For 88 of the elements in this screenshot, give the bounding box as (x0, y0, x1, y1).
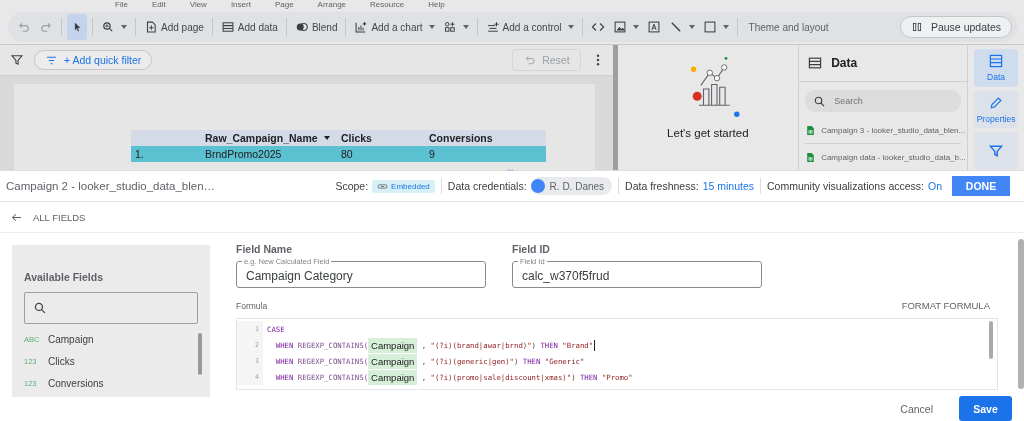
menu-item[interactable]: Page (274, 0, 294, 9)
search-icon (33, 301, 47, 315)
save-button[interactable]: Save (959, 396, 1012, 421)
table-icon (807, 55, 824, 71)
square-icon (702, 20, 717, 34)
caret-icon (632, 25, 639, 29)
credentials-label: Data credentials: (447, 180, 527, 192)
get-started-heading: Let's get started (667, 127, 749, 139)
freshness-link[interactable]: 15 minutes (702, 180, 754, 192)
caret-icon (462, 25, 469, 29)
table-cell-text: 9 (429, 148, 436, 160)
menu-item[interactable]: File (115, 0, 128, 9)
undo-icon (523, 53, 537, 67)
panel-title: Data (831, 56, 858, 70)
menu-item[interactable]: Resource (370, 0, 405, 9)
scope-label: Scope: (335, 180, 369, 192)
panel-tab[interactable] (974, 132, 1019, 170)
panel-tab[interactable]: Properties (974, 90, 1019, 129)
formula-label: Formula (236, 300, 268, 311)
table-icon (988, 53, 1005, 70)
circles-icon (294, 20, 309, 34)
table-cell-text: 1. (134, 148, 145, 160)
community-access-link[interactable]: On (928, 180, 942, 192)
redo-icon (39, 20, 53, 34)
table-cell-text: BrndPromo2025 (205, 148, 283, 160)
field-name-label: Field Name (236, 243, 294, 255)
field-id-label: Field ID (512, 243, 551, 255)
menu-item[interactable]: Arrange (317, 0, 347, 9)
undo-icon (17, 20, 31, 34)
done-button[interactable]: DONE (952, 176, 1010, 196)
theme-and-layout-button[interactable]: Theme and layout (742, 14, 835, 40)
scrollbar[interactable] (989, 321, 993, 359)
panel-title: Available Fields (24, 271, 104, 283)
add-page-icon (144, 20, 158, 34)
pause-icon (910, 21, 923, 33)
format-formula-button[interactable]: FORMAT FORMULA (901, 300, 990, 311)
caret-icon (567, 25, 574, 29)
scrollbar[interactable] (1018, 239, 1024, 389)
toolbar-button[interactable]: Add a control (482, 14, 577, 40)
text-box-icon (646, 20, 661, 34)
spreadsheet-icon (805, 123, 817, 137)
panel-tab[interactable]: Data (974, 49, 1019, 87)
community-access-label: Community visualizations access: (767, 180, 924, 192)
toolbar-button[interactable]: Add data (217, 14, 281, 40)
scrollbar[interactable] (198, 333, 202, 375)
toolbar-button[interactable]: Add a chart (351, 14, 438, 40)
formula-editor[interactable] (236, 318, 998, 390)
image-icon (612, 20, 627, 34)
column-header[interactable]: Clicks (341, 132, 372, 144)
table-row[interactable]: 1. BrndPromo2025 80 9 (131, 146, 546, 162)
cancel-button[interactable]: Cancel (892, 396, 941, 421)
chart-icon (354, 20, 369, 34)
caret-icon (722, 25, 729, 29)
caret-icon (428, 25, 435, 29)
menu-item[interactable]: Insert (230, 0, 251, 9)
filter-icon[interactable] (10, 53, 24, 67)
toolbar-button[interactable]: Blend (291, 14, 341, 40)
avatar-icon (530, 179, 545, 193)
caret-icon (323, 136, 330, 140)
table-cell-text: 80 (341, 148, 354, 160)
menu-item[interactable]: Help (428, 0, 445, 9)
scope-chip[interactable]: Embedded (372, 179, 435, 193)
credentials-chip[interactable]: R. D. Danes (530, 177, 613, 195)
sliders-icon (485, 20, 500, 34)
menu-item[interactable]: View (189, 0, 207, 9)
freshness-label: Data freshness: (625, 180, 699, 192)
all-fields-button[interactable]: ALL FIELDS (10, 210, 86, 224)
search-field[interactable]: Search (832, 95, 947, 107)
spreadsheet-icon (805, 150, 817, 164)
filter-icon (988, 143, 1005, 160)
data-source-name: Campaign 2 - looker_studio_data_blen… (6, 180, 216, 192)
toolbar-button[interactable]: Add page (141, 14, 207, 40)
caret-icon (121, 25, 127, 29)
column-header[interactable]: Conversions (429, 132, 493, 144)
pencil-icon (988, 95, 1005, 111)
search-box[interactable]: Search (805, 90, 962, 112)
pause-updates-button[interactable]: Pause updates (899, 16, 1012, 38)
zoom-icon (101, 20, 115, 34)
add-quick-filter-button[interactable]: + Add quick filter (34, 50, 153, 70)
shapes-icon (442, 20, 457, 34)
search-icon (813, 94, 827, 108)
search-field[interactable] (24, 292, 198, 324)
menu-item[interactable]: Edit (151, 0, 166, 9)
code-icon (590, 20, 605, 34)
caret-icon (688, 25, 695, 29)
cursor-tool-button[interactable] (67, 14, 87, 40)
column-header[interactable]: Raw_Campaign_Name (205, 132, 318, 144)
table-icon (220, 20, 235, 34)
